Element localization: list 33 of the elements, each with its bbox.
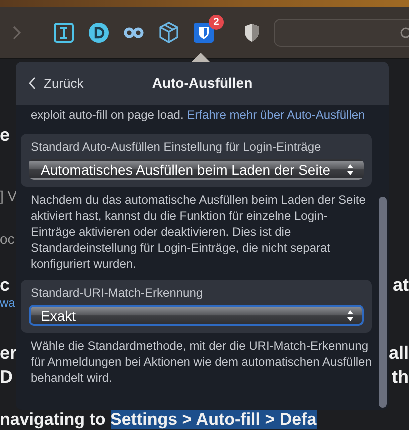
dropdown[interactable]: Automatisches Ausfüllen beim Laden der Seite [29,159,364,180]
scrollbar-thumb[interactable] [379,197,387,408]
back-button[interactable]: Zurück [16,76,84,91]
shield-icon[interactable] [244,22,260,42]
popup-title: Auto-Ausfüllen [151,75,254,91]
heading-fragment: er [0,342,18,365]
glasses-icon[interactable] [124,26,144,38]
setting-description: Wähle die Standardmethode, mit der die URI-Match-Erkennung für Anmeldungen bei Aktionen wie dem automatischen Ausfüllen behandelt wird. [31,338,372,386]
intro-text: exploit auto-fill on page load. Erfahre mehr über Auto-Ausfüllen [31,107,366,124]
heading-fragment: all [388,342,409,365]
text-fragment: oc [0,230,15,248]
cube-icon[interactable] [159,22,179,44]
search-field[interactable] [274,18,409,46]
page-text: navigating to Settings > Auto-fill > Defa [0,410,317,430]
dropdown[interactable]: Exakt [29,305,364,326]
setting-label: Standard-URI-Match-Erkennung [31,286,204,301]
updown-arrows-icon [347,164,354,176]
link-fragment[interactable]: wa [0,295,16,311]
learn-more-link[interactable]: Erfahre mehr über Auto-Ausfüllen [187,108,366,122]
heading-fragment: D [0,366,13,389]
search-icon [399,26,409,38]
setting-description: Nachdem du das automatische Ausfüllen beim Laden der Seite aktiviert hast, kannst du die Funktion für einzelne Login-Einträge aktivieren oder deaktivieren. Dies ist die Standardeinstellung für Login-Einträge, die nicht separat konfiguriert wurden. [31,192,367,272]
text-cursor-icon[interactable] [54,22,74,42]
updown-arrows-icon [347,310,354,322]
heading-fragment: c [0,274,10,295]
notification-badge: 2 [209,14,224,30]
heading-fragment: th [392,366,409,389]
setting-label: Standard Auto-Ausfüllen Einstellung für Login-Einträge [31,140,322,155]
heading-fragment: at [392,274,409,295]
shield-icon[interactable] [194,22,214,42]
heading-fragment: e [0,124,10,147]
chevron-left-icon [29,77,36,90]
d-circle-icon[interactable] [89,22,109,42]
